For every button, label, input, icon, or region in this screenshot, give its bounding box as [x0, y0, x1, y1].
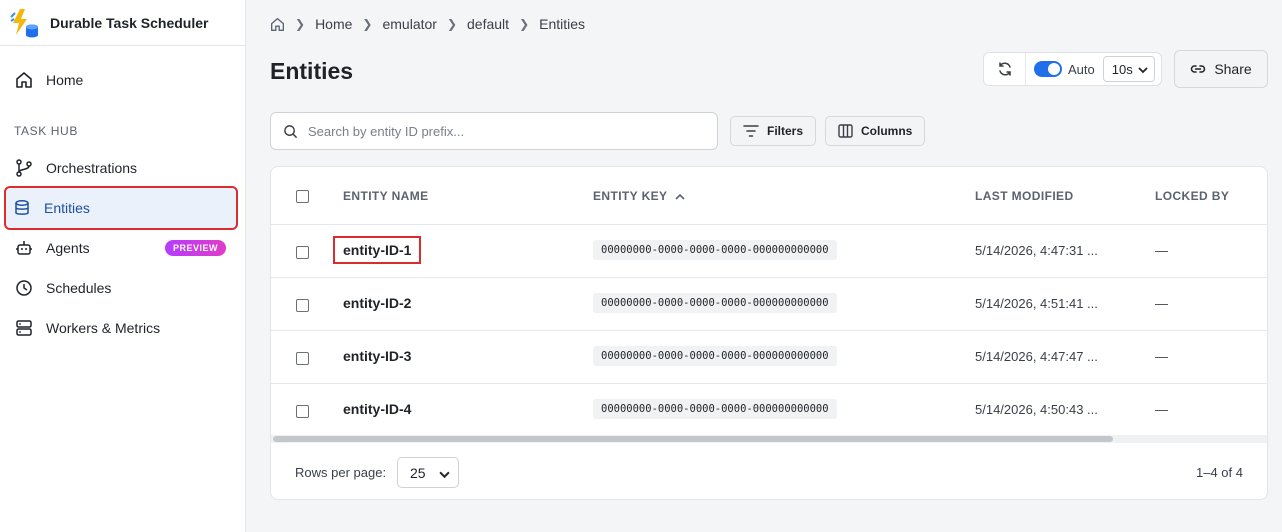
last-modified-cell: 5/14/2026, 4:50:43 ... — [975, 402, 1098, 417]
sidebar-item-schedules[interactable]: Schedules — [8, 270, 236, 306]
column-header-entity-name[interactable]: ENTITY NAME — [343, 189, 429, 203]
search-input[interactable] — [308, 123, 688, 139]
row-checkbox[interactable] — [296, 246, 309, 259]
section-label-task-hub: TASK HUB — [14, 124, 78, 138]
breadcrumb-emulator[interactable]: emulator — [382, 16, 436, 32]
breadcrumb-home[interactable]: Home — [315, 16, 352, 32]
server-icon — [14, 318, 34, 338]
sidebar-item-label: Entities — [44, 200, 90, 216]
chevron-right-icon: ❯ — [446, 17, 458, 31]
table-header: ENTITY NAME ENTITY KEY LAST MODIFIED LOC… — [271, 167, 1267, 225]
chevron-right-icon: ❯ — [362, 17, 373, 31]
home-icon — [14, 70, 34, 90]
auto-refresh-label: Auto — [1068, 61, 1095, 77]
table-row[interactable]: entity-ID-1 00000000-0000-0000-0000-0000… — [271, 225, 1267, 278]
rows-per-page-value: 25 — [410, 464, 426, 481]
sidebar-item-label: Workers & Metrics — [46, 320, 161, 336]
last-modified-cell: 5/14/2026, 4:47:31 ... — [975, 243, 1098, 258]
table-row[interactable]: entity-ID-4 00000000-0000-0000-0000-0000… — [271, 384, 1267, 437]
database-icon — [12, 198, 32, 218]
sidebar-item-home[interactable]: Home — [8, 62, 236, 98]
columns-label: Columns — [861, 124, 913, 138]
sidebar-item-label: Orchestrations — [46, 160, 138, 176]
locked-by-cell: — — [1155, 402, 1168, 417]
share-button[interactable]: Share — [1174, 50, 1268, 88]
horizontal-scrollbar[interactable] — [271, 435, 1267, 443]
sidebar-item-entities[interactable]: Entities — [4, 186, 238, 230]
link-icon — [1190, 61, 1206, 77]
sort-ascending-icon — [675, 190, 685, 204]
clock-icon — [14, 278, 34, 298]
sidebar-item-label: Schedules — [46, 280, 112, 296]
locked-by-cell: — — [1155, 243, 1168, 258]
entities-table-card: ENTITY NAME ENTITY KEY LAST MODIFIED LOC… — [270, 166, 1268, 500]
filters-label: Filters — [767, 124, 804, 138]
search-box — [270, 112, 718, 150]
select-all-checkbox[interactable] — [296, 190, 309, 203]
breadcrumb-current: Entities — [539, 16, 586, 32]
refresh-interval-value: 10s — [1111, 61, 1133, 77]
search-icon — [283, 124, 298, 139]
chevron-right-icon: ❯ — [519, 17, 530, 31]
table-row[interactable]: entity-ID-2 00000000-0000-0000-0000-0000… — [271, 278, 1267, 331]
entity-key-cell: 00000000-0000-0000-0000-000000000000 — [593, 399, 837, 419]
refresh-button[interactable] — [984, 53, 1026, 85]
home-icon[interactable] — [270, 17, 285, 32]
branch-icon — [14, 158, 34, 178]
rows-per-page-select[interactable]: 25 — [397, 457, 459, 488]
sidebar-item-orchestrations[interactable]: Orchestrations — [8, 150, 236, 186]
column-header-locked-by[interactable]: LOCKED BY — [1155, 189, 1229, 203]
scrollbar-thumb[interactable] — [273, 436, 1113, 442]
sidebar: Durable Task Scheduler Home TASK HUB Orc… — [0, 0, 246, 532]
column-header-last-modified[interactable]: LAST MODIFIED — [975, 189, 1074, 203]
entity-name-cell[interactable]: entity-ID-1 — [332, 236, 422, 264]
entity-key-cell: 00000000-0000-0000-0000-000000000000 — [593, 346, 837, 366]
last-modified-cell: 5/14/2026, 4:51:41 ... — [975, 296, 1098, 311]
brand-header: Durable Task Scheduler — [0, 0, 245, 46]
page-title: Entities — [270, 58, 354, 84]
chevron-right-icon: ❯ — [295, 17, 306, 31]
rows-per-page-label: Rows per page: — [295, 465, 387, 480]
entity-name-cell[interactable]: entity-ID-3 — [343, 348, 411, 364]
entity-name-cell[interactable]: entity-ID-2 — [343, 295, 411, 311]
breadcrumb: ❯ Home ❯ emulator ❯ default ❯ Entities — [270, 14, 585, 34]
sidebar-item-label: Agents — [46, 240, 90, 256]
table-row[interactable]: entity-ID-3 00000000-0000-0000-0000-0000… — [271, 331, 1267, 384]
app-title: Durable Task Scheduler — [50, 14, 209, 31]
refresh-interval-select[interactable]: 10s — [1102, 56, 1155, 82]
locked-by-cell: — — [1155, 349, 1168, 364]
column-header-entity-key[interactable]: ENTITY KEY — [593, 189, 685, 204]
filters-button[interactable]: Filters — [730, 116, 817, 146]
chevron-down-icon — [1138, 63, 1148, 78]
pagination-range: 1–4 of 4 — [1196, 465, 1243, 480]
entity-key-cell: 00000000-0000-0000-0000-000000000000 — [593, 293, 837, 313]
auto-refresh-toggle[interactable] — [1034, 61, 1062, 77]
row-checkbox[interactable] — [296, 405, 309, 418]
locked-by-cell: — — [1155, 296, 1168, 311]
columns-icon — [838, 124, 853, 138]
auto-refresh-group: Auto 10s — [983, 52, 1162, 86]
chevron-down-icon — [439, 467, 450, 483]
last-modified-cell: 5/14/2026, 4:47:47 ... — [975, 349, 1098, 364]
preview-badge: PREVIEW — [164, 240, 226, 256]
sidebar-item-label: Home — [46, 72, 84, 88]
sidebar-item-agents[interactable]: Agents PREVIEW — [8, 230, 236, 266]
share-label: Share — [1214, 61, 1252, 77]
columns-button[interactable]: Columns — [825, 116, 926, 146]
refresh-icon — [998, 62, 1011, 76]
sidebar-item-workers-metrics[interactable]: Workers & Metrics — [8, 310, 236, 346]
filter-icon — [743, 124, 759, 138]
entity-name-cell[interactable]: entity-ID-4 — [343, 401, 411, 417]
row-checkbox[interactable] — [296, 299, 309, 312]
breadcrumb-default[interactable]: default — [467, 16, 509, 32]
entity-key-cell: 00000000-0000-0000-0000-000000000000 — [593, 240, 837, 260]
app-logo-icon — [8, 7, 40, 39]
robot-icon — [14, 238, 34, 258]
row-checkbox[interactable] — [296, 352, 309, 365]
table-footer: Rows per page: 25 1–4 of 4 — [271, 443, 1267, 499]
column-header-label: ENTITY KEY — [593, 189, 668, 203]
